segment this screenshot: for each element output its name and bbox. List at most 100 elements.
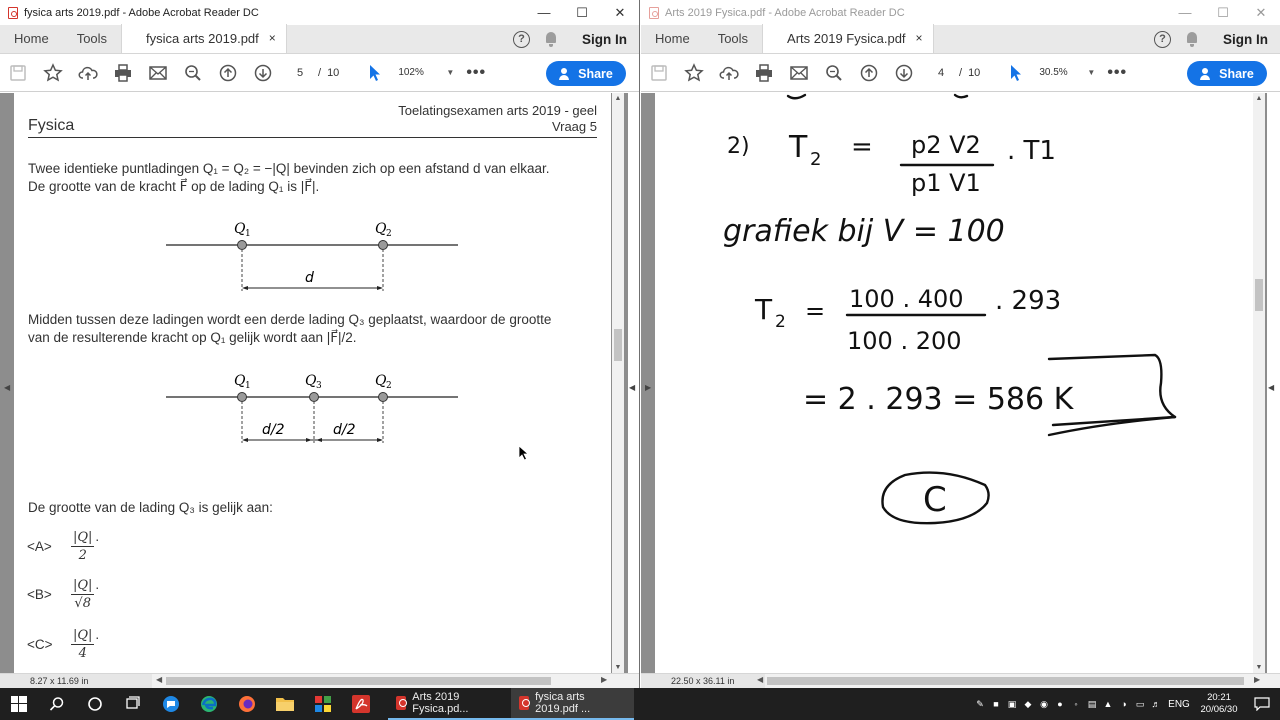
- scroll-up-icon[interactable]: ▲: [612, 95, 624, 102]
- action-center-icon[interactable]: [1244, 688, 1280, 720]
- option-a-label: <A>: [27, 539, 52, 554]
- cortana-icon[interactable]: [76, 688, 114, 720]
- firefox-icon[interactable]: [228, 688, 266, 720]
- scroll-left-icon[interactable]: ◀: [757, 675, 763, 684]
- app-tray-icon[interactable]: ▲: [1100, 688, 1116, 720]
- minimize-button[interactable]: —: [525, 0, 563, 25]
- maximize-button[interactable]: ☐: [563, 0, 601, 25]
- search-icon[interactable]: [38, 688, 76, 720]
- left-panel-toggle-icon[interactable]: ▶: [645, 383, 651, 392]
- more-tools-icon[interactable]: •••: [466, 64, 486, 82]
- tools-tab[interactable]: Tools: [704, 24, 762, 53]
- select-cursor-icon[interactable]: [357, 54, 392, 92]
- volume-icon[interactable]: ♬: [1148, 688, 1164, 720]
- taskbar-item-arts-fysica[interactable]: Arts 2019 Fysica.pd...: [388, 688, 511, 720]
- sign-in-button[interactable]: Sign In: [582, 32, 627, 47]
- email-icon[interactable]: [781, 54, 816, 92]
- close-tab-icon[interactable]: ×: [269, 24, 276, 53]
- app-tray-icon[interactable]: ◑: [1116, 688, 1132, 720]
- zoom-search-icon[interactable]: [175, 54, 210, 92]
- clock[interactable]: 20:21 20/06/30: [1194, 692, 1244, 716]
- next-page-icon[interactable]: [886, 54, 921, 92]
- previous-page-icon[interactable]: [210, 54, 245, 92]
- chat-app-icon[interactable]: [152, 688, 190, 720]
- scroll-down-icon[interactable]: ▼: [612, 664, 624, 671]
- option-c[interactable]: <C> |Q| 4 .: [27, 627, 99, 662]
- more-tools-icon[interactable]: •••: [1107, 64, 1127, 82]
- app-tray-icon[interactable]: ◦: [1068, 688, 1084, 720]
- language-indicator[interactable]: ENG: [1164, 688, 1194, 720]
- app-tray-icon[interactable]: ▤: [1084, 688, 1100, 720]
- task-view-icon[interactable]: [114, 688, 152, 720]
- option-b[interactable]: <B> |Q| √8 .: [27, 577, 99, 612]
- scroll-left-icon[interactable]: ◀: [156, 675, 162, 684]
- help-icon[interactable]: ?: [1154, 31, 1171, 48]
- ink-denominator-line3: 100 . 200: [847, 327, 962, 355]
- scroll-right-icon[interactable]: ▶: [601, 675, 607, 684]
- print-icon[interactable]: [105, 54, 140, 92]
- taskbar-item-fysica-arts[interactable]: fysica arts 2019.pdf ...: [511, 688, 634, 720]
- horizontal-scroll-thumb[interactable]: [166, 677, 551, 685]
- file-explorer-icon[interactable]: [266, 688, 304, 720]
- right-panel-toggle-icon[interactable]: ◀: [629, 383, 635, 392]
- close-window-button[interactable]: ✕: [1242, 0, 1280, 25]
- notification-bell-icon[interactable]: [544, 32, 558, 47]
- pen-tray-icon[interactable]: ✎: [972, 688, 988, 720]
- minimize-button[interactable]: —: [1166, 0, 1204, 25]
- app-tray-icon[interactable]: ◉: [1036, 688, 1052, 720]
- vertical-scrollbar[interactable]: ▲ ▼: [612, 93, 624, 673]
- paint-app-icon[interactable]: [304, 688, 342, 720]
- option-c-period: .: [95, 627, 100, 642]
- app-tray-icon[interactable]: ▣: [1004, 688, 1020, 720]
- option-a[interactable]: <A> |Q| 2 .: [27, 529, 99, 564]
- maximize-button[interactable]: ☐: [1204, 0, 1242, 25]
- close-window-button[interactable]: ✕: [601, 0, 639, 25]
- acrobat-icon[interactable]: [342, 688, 380, 720]
- close-tab-icon[interactable]: ×: [916, 24, 923, 53]
- left-panel-toggle-icon[interactable]: ◀: [4, 383, 10, 392]
- scroll-up-icon[interactable]: ▲: [1253, 95, 1265, 102]
- horizontal-scroll-thumb[interactable]: [767, 677, 1244, 685]
- app-tray-icon[interactable]: ◆: [1020, 688, 1036, 720]
- scroll-right-icon[interactable]: ▶: [1254, 675, 1260, 684]
- home-tab[interactable]: Home: [641, 24, 704, 53]
- zoom-dropdown[interactable]: 102% ▼: [398, 67, 454, 78]
- notification-bell-icon[interactable]: [1185, 32, 1199, 47]
- zoom-dropdown[interactable]: 30.5% ▼: [1039, 67, 1095, 78]
- system-tray: ✎ ■ ▣ ◆ ◉ ● ◦ ▤ ▲ ◑ ▭ ♬ ENG 20:21 20/06/…: [972, 688, 1280, 720]
- upload-cloud-icon[interactable]: [70, 54, 105, 92]
- app-tray-icon[interactable]: ●: [1052, 688, 1068, 720]
- print-icon[interactable]: [746, 54, 781, 92]
- edge-browser-icon[interactable]: [190, 688, 228, 720]
- sign-in-button[interactable]: Sign In: [1223, 32, 1268, 47]
- page-number-input[interactable]: 5: [288, 67, 312, 79]
- page-number-input[interactable]: 4: [929, 67, 953, 79]
- upload-cloud-icon[interactable]: [711, 54, 746, 92]
- network-icon[interactable]: ▭: [1132, 688, 1148, 720]
- windows-start-icon[interactable]: [0, 688, 38, 720]
- document-tab[interactable]: fysica arts 2019.pdf ×: [121, 24, 287, 53]
- share-button[interactable]: Share: [546, 61, 626, 86]
- app-tray-icon[interactable]: ■: [988, 688, 1004, 720]
- scroll-thumb[interactable]: [1255, 279, 1263, 311]
- home-tab[interactable]: Home: [0, 24, 63, 53]
- scroll-down-icon[interactable]: ▼: [1253, 664, 1265, 671]
- save-icon[interactable]: [641, 54, 676, 92]
- select-cursor-icon[interactable]: [998, 54, 1033, 92]
- save-icon[interactable]: [0, 54, 35, 92]
- bookmark-star-icon[interactable]: [676, 54, 711, 92]
- document-viewer[interactable]: ▶ 2) T 2 = p2 V2 p1 V1 . T1 grafiek bij …: [641, 93, 1267, 673]
- scroll-thumb[interactable]: [614, 329, 622, 361]
- bookmark-star-icon[interactable]: [35, 54, 70, 92]
- previous-page-icon[interactable]: [851, 54, 886, 92]
- share-button[interactable]: Share: [1187, 61, 1267, 86]
- help-icon[interactable]: ?: [513, 31, 530, 48]
- email-icon[interactable]: [140, 54, 175, 92]
- vertical-scrollbar[interactable]: ▲ ▼: [1253, 93, 1265, 673]
- zoom-search-icon[interactable]: [816, 54, 851, 92]
- document-tab[interactable]: Arts 2019 Fysica.pdf ×: [762, 24, 934, 53]
- tools-tab[interactable]: Tools: [63, 24, 121, 53]
- right-panel-toggle-icon[interactable]: ◀: [1268, 383, 1274, 392]
- next-page-icon[interactable]: [245, 54, 280, 92]
- document-viewer[interactable]: ◀ Toelatingsexamen arts 2019 - geel Vraa…: [0, 93, 628, 673]
